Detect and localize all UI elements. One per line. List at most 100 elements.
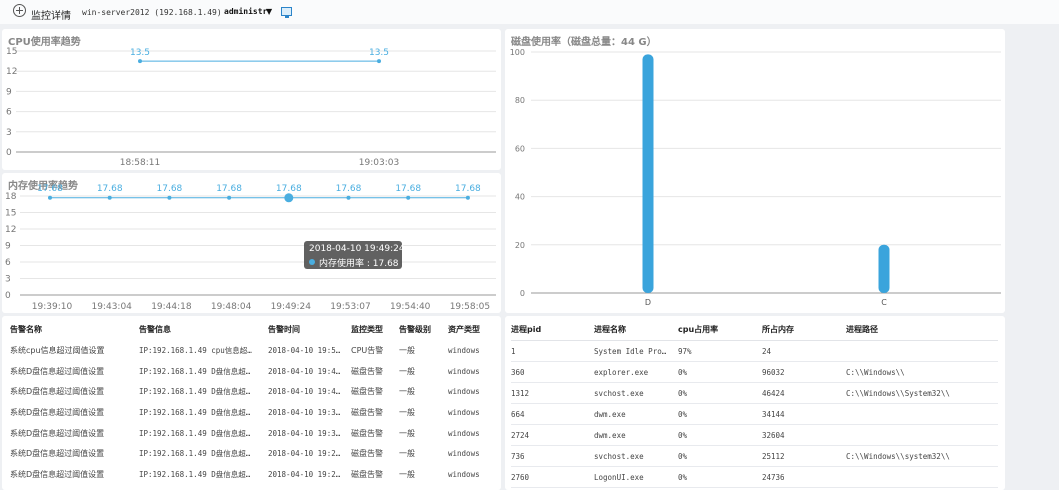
alarm-type: 磁盘告警 bbox=[351, 366, 383, 376]
y-tick-label: 3 bbox=[5, 275, 11, 285]
proc-col-cpu[interactable]: cpu占用率 bbox=[678, 318, 762, 341]
table-row[interactable]: 1312 svchost.exe 0% 46424 C:\\Windows\\S… bbox=[511, 382, 998, 404]
proc-memory: 24 bbox=[762, 340, 846, 362]
data-point bbox=[284, 193, 294, 203]
proc-path bbox=[846, 403, 998, 425]
alarm-name: 系统cpu信息超过阈值设置 bbox=[10, 345, 105, 355]
alarm-col-time[interactable]: 告警时间 bbox=[268, 318, 351, 340]
proc-cpu: 0% bbox=[678, 424, 762, 446]
table-row[interactable]: 系统D盘信息超过阈值设置 IP:192.168.1.49 D盘信息超… 2018… bbox=[10, 361, 492, 382]
y-tick-label: 6 bbox=[6, 108, 12, 118]
proc-col-path[interactable]: 进程路径 bbox=[846, 318, 998, 341]
table-row[interactable]: 系统D盘信息超过阈值设置 IP:192.168.1.49 D盘信息超… 2018… bbox=[10, 423, 492, 444]
table-row[interactable]: 系统D盘信息超过阈值设置 IP:192.168.1.49 D盘信息超… 2018… bbox=[10, 464, 492, 485]
user-dropdown[interactable]: administr bbox=[224, 7, 267, 16]
alarm-type: 磁盘告警 bbox=[351, 469, 383, 479]
process-table-header: 进程pid 进程名称 cpu占用率 所占内存 进程路径 bbox=[511, 318, 998, 341]
table-row[interactable]: 系统D盘信息超过阈值设置 IP:192.168.1.49 D盘信息超… 2018… bbox=[10, 402, 492, 423]
alarm-asset: windows bbox=[448, 407, 480, 417]
x-tick-label: 19:54:40 bbox=[390, 302, 431, 312]
table-row[interactable]: 2760 LogonUI.exe 0% 24736 bbox=[511, 466, 998, 488]
proc-name: System Idle Pro… bbox=[594, 340, 678, 362]
cpu-chart-panel: CPU使用率趋势 15 12 9 6 3 0 18:58:11 19:03:03 13.5 13.… bbox=[2, 29, 501, 170]
data-point bbox=[227, 195, 232, 200]
data-point bbox=[377, 59, 381, 64]
table-row[interactable]: 系统D盘信息超过阈值设置 IP:192.168.1.49 D盘信息超… 2018… bbox=[10, 381, 492, 402]
y-tick-label: 60 bbox=[515, 144, 525, 153]
x-tick-label: 19:49:24 bbox=[271, 302, 312, 312]
y-tick-label: 15 bbox=[6, 47, 17, 57]
proc-cpu: 0% bbox=[678, 466, 762, 488]
data-point bbox=[465, 195, 470, 200]
alarm-type: 磁盘告警 bbox=[351, 387, 383, 397]
alarm-col-asset[interactable]: 资产类型 bbox=[448, 318, 492, 340]
data-label: 13.5 bbox=[369, 48, 389, 58]
alarm-name: 系统D盘信息超过阈值设置 bbox=[10, 366, 105, 376]
proc-path bbox=[846, 424, 998, 446]
alarm-col-level[interactable]: 告警级别 bbox=[399, 318, 448, 340]
table-row[interactable]: 1 System Idle Pro… 97% 24 bbox=[511, 340, 998, 362]
alarm-level: 一般 bbox=[399, 345, 415, 355]
table-row[interactable]: 664 dwm.exe 0% 34144 bbox=[511, 403, 998, 425]
y-tick-label: 3 bbox=[6, 128, 12, 138]
memory-chart: 18 15 12 9 6 3 0 19:39:10 19:43:04 19:44:18 19:48:… bbox=[5, 184, 496, 312]
proc-path bbox=[846, 466, 998, 488]
alarm-col-info[interactable]: 告警信息 bbox=[139, 318, 268, 340]
proc-col-memory[interactable]: 所占内存 bbox=[762, 318, 846, 341]
alarm-level: 一般 bbox=[399, 366, 415, 376]
data-point bbox=[346, 195, 351, 200]
bar bbox=[878, 244, 890, 293]
alarm-asset: windows bbox=[448, 366, 480, 376]
data-point bbox=[406, 195, 411, 200]
alarm-info: IP:192.168.1.49 D盘信息超… bbox=[139, 428, 251, 438]
table-row[interactable]: 360 explorer.exe 0% 96032 C:\\Windows\\ bbox=[511, 361, 998, 383]
x-tick-label: 18:58:11 bbox=[120, 158, 160, 168]
x-tick-label: 19:03:03 bbox=[359, 158, 399, 168]
tooltip-dot-icon bbox=[309, 259, 315, 265]
tooltip-time: 2018-04-10 19:49:24 bbox=[309, 244, 405, 254]
proc-name: dwm.exe bbox=[594, 424, 678, 446]
add-circle-icon[interactable] bbox=[13, 4, 26, 17]
proc-path: C:\\Windows\\system32\\ bbox=[846, 445, 998, 467]
x-tick-label: D bbox=[645, 298, 651, 307]
proc-col-name[interactable]: 进程名称 bbox=[594, 318, 678, 341]
table-row[interactable]: 2724 dwm.exe 0% 32604 bbox=[511, 424, 998, 446]
proc-col-pid[interactable]: 进程pid bbox=[511, 318, 594, 341]
alarm-col-name[interactable]: 告警名称 bbox=[10, 318, 139, 340]
proc-memory: 96032 bbox=[762, 361, 846, 383]
alarm-info: IP:192.168.1.49 D盘信息超… bbox=[139, 449, 251, 459]
proc-pid: 1312 bbox=[511, 382, 594, 404]
alarm-info: IP:192.168.1.49 D盘信息超… bbox=[139, 366, 251, 376]
y-tick-label: 100 bbox=[510, 48, 525, 57]
alarm-type: 磁盘告警 bbox=[351, 428, 383, 438]
alarm-asset: windows bbox=[448, 469, 480, 479]
alarm-asset: windows bbox=[448, 428, 480, 438]
table-row[interactable]: 系统cpu信息超过阈值设置 IP:192.168.1.49 cpu信息超… 20… bbox=[10, 340, 492, 361]
y-tick-label: 40 bbox=[515, 193, 525, 202]
y-tick-label: 0 bbox=[5, 291, 11, 301]
data-label: 17.68 bbox=[37, 184, 63, 194]
table-row[interactable]: 736 svchost.exe 0% 25112 C:\\Windows\\sy… bbox=[511, 445, 998, 467]
table-row[interactable]: 系统D盘信息超过阈值设置 IP:192.168.1.49 D盘信息超… 2018… bbox=[10, 443, 492, 464]
remote-desktop-icon[interactable] bbox=[281, 7, 292, 18]
alarm-level: 一般 bbox=[399, 469, 415, 479]
y-tick-label: 6 bbox=[5, 258, 11, 268]
alarm-info: IP:192.168.1.49 D盘信息超… bbox=[139, 407, 251, 417]
alarm-type: CPU告警 bbox=[351, 345, 384, 355]
alarm-time: 2018-04-10 19:2… bbox=[268, 469, 341, 479]
proc-name: dwm.exe bbox=[594, 403, 678, 425]
y-tick-label: 20 bbox=[515, 241, 525, 250]
alarm-name: 系统D盘信息超过阈值设置 bbox=[10, 428, 105, 438]
alarm-time: 2018-04-10 19:3… bbox=[268, 407, 341, 417]
alarm-table-header: 告警名称 告警信息 告警时间 监控类型 告警级别 资产类型 bbox=[10, 318, 492, 340]
proc-cpu: 0% bbox=[678, 361, 762, 383]
memory-chart-panel: 内存使用率趋势 18 15 12 9 6 3 0 19:39:10 19:43:04 19:44:… bbox=[2, 173, 501, 313]
proc-pid: 2760 bbox=[511, 466, 594, 488]
alarm-col-type[interactable]: 监控类型 bbox=[351, 318, 399, 340]
proc-cpu: 0% bbox=[678, 403, 762, 425]
chevron-down-icon[interactable]: ▼ bbox=[266, 7, 272, 16]
proc-memory: 25112 bbox=[762, 445, 846, 467]
data-label: 17.68 bbox=[216, 184, 242, 194]
proc-name: svchost.exe bbox=[594, 445, 678, 467]
x-tick-label: 19:58:05 bbox=[450, 302, 490, 312]
